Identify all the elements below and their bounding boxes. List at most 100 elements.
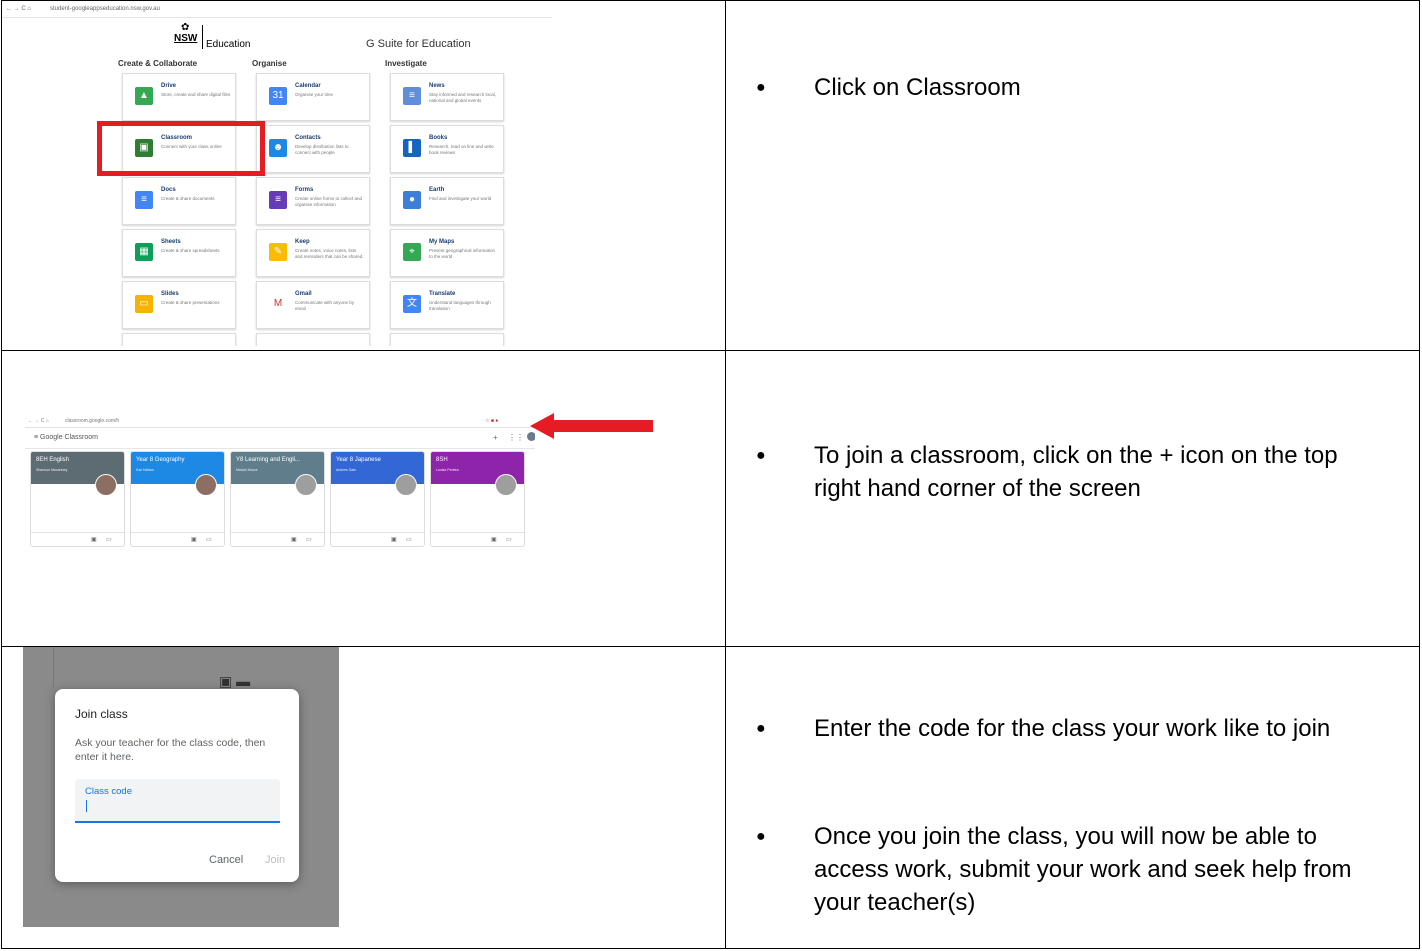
app-name: Gmail	[295, 291, 312, 297]
app-name: My Maps	[429, 239, 455, 245]
assignment-icon[interactable]: ▣	[391, 536, 397, 543]
app-tile[interactable]: 31 Calendar Organise your time	[256, 73, 370, 121]
app-tile[interactable]: ≡ Docs Create & share documents	[122, 177, 236, 225]
class-name[interactable]: 8SH	[436, 457, 448, 463]
join-button[interactable]: Join	[265, 854, 285, 866]
app-icon: ≡	[135, 191, 153, 209]
plus-icon[interactable]: +	[493, 433, 498, 442]
class-card[interactable]: 8SH Louise Pereira ▣ ▭	[430, 451, 525, 547]
backdrop-line	[53, 647, 54, 687]
app-description: Create notes, voice notes, lists and rem…	[295, 248, 364, 259]
app-tile[interactable]: ✎ Keep Create notes, voice notes, lists an…	[256, 229, 370, 277]
app-tile[interactable]: ● Earth Find and investigate your world	[390, 177, 504, 225]
logo-divider	[202, 25, 203, 49]
column-heading-investigate: Investigate	[385, 59, 427, 68]
class-card-footer: ▣ ▭	[431, 532, 524, 546]
dialog-title: Join class	[75, 707, 128, 721]
class-code-label: Class code	[85, 786, 132, 797]
app-icon: ✎	[269, 243, 287, 261]
app-name: Docs	[161, 187, 176, 193]
app-description: Create online forms to collect and organ…	[295, 196, 363, 207]
row1-text-cell: ● Click on Classroom	[725, 0, 1420, 351]
folder-icon[interactable]: ▭	[206, 536, 212, 543]
app-description: Communicate with anyone by email	[295, 300, 355, 311]
class-code-field[interactable]: Class code	[75, 779, 280, 823]
app-tile[interactable]: ≡ News Stay informed and research local, n…	[390, 73, 504, 121]
folder-icon[interactable]: ▭	[106, 536, 112, 543]
app-description: Research, read on line and write book re…	[429, 144, 494, 155]
app-icon: 文	[403, 295, 421, 313]
app-name: Keep	[295, 239, 310, 245]
assignment-icon[interactable]: ▣	[491, 536, 497, 543]
app-icon: ≡	[403, 87, 421, 105]
app-tile[interactable]: ☻ Contacts Develop distribution lists to c…	[256, 125, 370, 173]
classroom-highlight-box	[97, 121, 265, 176]
classroom-logo: ≡ Google Classroom	[34, 434, 98, 441]
app-description: Stay informed and research local, nation…	[429, 92, 497, 103]
class-card[interactable]: 8EH English Shannon Macartney ▣ ▭	[30, 451, 125, 547]
app-name: Earth	[429, 187, 445, 193]
app-tile[interactable]: 文 Translate Understand languages through t…	[390, 281, 504, 329]
app-icon: ▲	[135, 87, 153, 105]
app-tile[interactable]: ▌ Books Research, read on line and write b…	[390, 125, 504, 173]
bullet-dot-icon: ●	[756, 720, 766, 737]
class-name[interactable]: Y8 Learning and Engli...	[236, 457, 300, 463]
app-tile[interactable]: M Gmail Communicate with anyone by email	[256, 281, 370, 329]
class-card-footer: ▣ ▭	[331, 532, 424, 546]
app-name: Slides	[161, 291, 179, 297]
row2-image-cell: ← → C ⌂ classroom.google.com/h ☆ ■ ● ≡ G…	[1, 350, 726, 647]
app-tile[interactable]: ≡ Forms Create online forms to collect and…	[256, 177, 370, 225]
app-name: Sheets	[161, 239, 181, 245]
row3-image-cell: ▣ ▬ Join class Ask your teacher for the …	[1, 646, 726, 949]
folder-icon[interactable]: ▭	[406, 536, 412, 543]
app-tile-partial	[390, 333, 504, 346]
app-icon: ☻	[269, 139, 287, 157]
class-teacher: Andrew Sato	[336, 468, 357, 472]
assignment-icon[interactable]: ▣	[291, 536, 297, 543]
class-name[interactable]: Year 8 Japanese	[336, 457, 381, 463]
backdrop-icons: ▣ ▬	[219, 673, 251, 689]
column-heading-organise: Organise	[252, 59, 287, 68]
teacher-avatar	[195, 474, 217, 496]
instructions-table: ← → C ⌂ student-googleappseducation.nsw.…	[1, 0, 1420, 949]
app-name: Forms	[295, 187, 314, 193]
cancel-button[interactable]: Cancel	[209, 854, 243, 866]
bullet-text: Enter the code for the class your work l…	[814, 715, 1331, 742]
apps-grid-icon[interactable]: ⋮⋮	[508, 433, 524, 442]
app-icon: ▌	[403, 139, 421, 157]
folder-icon[interactable]: ▭	[506, 536, 512, 543]
class-card[interactable]: Y8 Learning and Engli... Mariah Moore ▣ ▭	[230, 451, 325, 547]
app-name: Contacts	[295, 135, 321, 141]
app-tile[interactable]: ▭ Slides Create & share presentations	[122, 281, 236, 329]
dialog-description: Ask your teacher for the class code, the…	[75, 737, 266, 763]
nav-arrows-icon: ← → C ⌂	[28, 418, 49, 424]
app-icon: M	[269, 295, 287, 313]
assignment-icon[interactable]: ▣	[91, 536, 97, 543]
teacher-avatar	[495, 474, 517, 496]
app-icon: ⌖	[403, 243, 421, 261]
class-card[interactable]: Year 8 Japanese Andrew Sato ▣ ▭	[330, 451, 425, 547]
row2-text-cell: ● To join a classroom, click on the + ic…	[725, 350, 1420, 647]
app-icon: ▭	[135, 295, 153, 313]
app-icon: 31	[269, 87, 287, 105]
bullet-dot-icon: ●	[756, 447, 766, 464]
folder-icon[interactable]: ▭	[306, 536, 312, 543]
class-name[interactable]: 8EH English	[36, 457, 69, 463]
app-tile[interactable]: ▲ Drive Store, create and share digital fi…	[122, 73, 236, 121]
app-tile[interactable]: ▦ Sheets Create & share spreadsheets	[122, 229, 236, 277]
class-card-footer: ▣ ▭	[231, 532, 324, 546]
class-name[interactable]: Year 8 Geography	[136, 457, 184, 463]
app-icon: ≡	[269, 191, 287, 209]
class-teacher: Louise Pereira	[436, 468, 459, 472]
join-class-dialog: Join class Ask your teacher for the clas…	[55, 689, 299, 882]
teacher-avatar	[395, 474, 417, 496]
teacher-avatar	[95, 474, 117, 496]
teacher-avatar	[295, 474, 317, 496]
app-tile[interactable]: ⌖ My Maps Present geographical information…	[390, 229, 504, 277]
row1-image-cell: ← → C ⌂ student-googleappseducation.nsw.…	[1, 0, 726, 351]
app-description: Create & share spreadsheets	[161, 248, 220, 253]
class-card[interactable]: Year 8 Geography Karl Nelson ▣ ▭	[130, 451, 225, 547]
app-tile-partial	[122, 333, 236, 346]
assignment-icon[interactable]: ▣	[191, 536, 197, 543]
bullet-text: To join a classroom, click on the + icon…	[814, 442, 1338, 502]
